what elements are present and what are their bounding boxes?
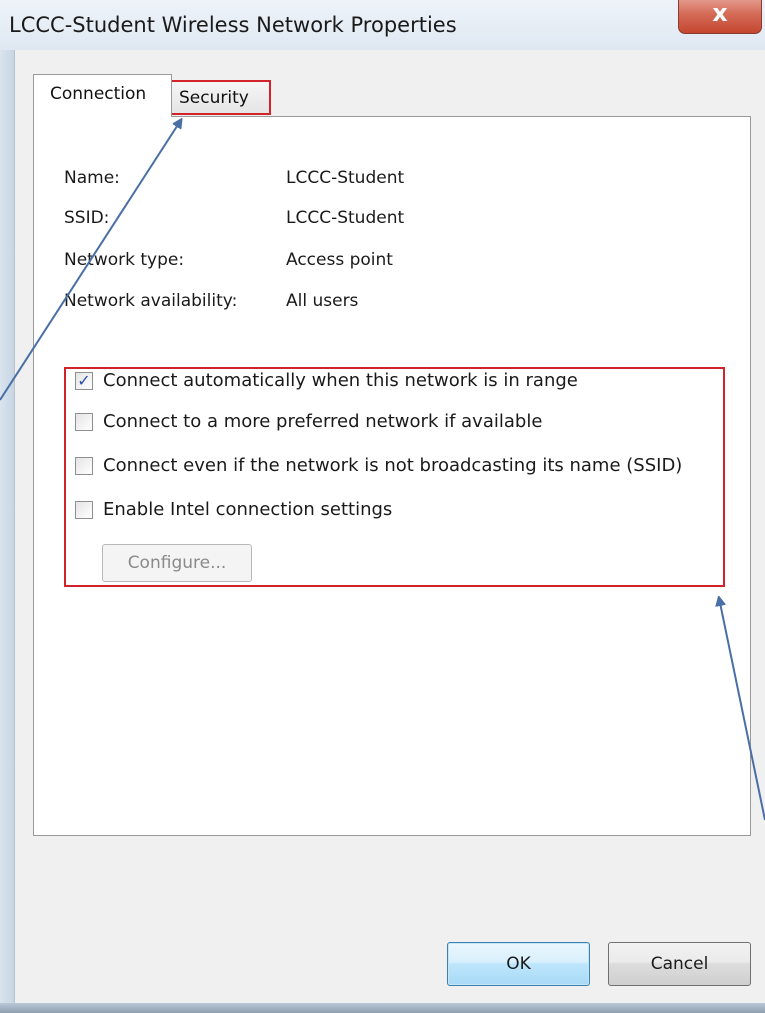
network-type-label: Network type: xyxy=(64,250,185,270)
auto-connect-label: Connect automatically when this network … xyxy=(103,370,578,391)
ssid-label: SSID: xyxy=(64,208,110,228)
window-title: LCCC-Student Wireless Network Properties xyxy=(9,13,457,37)
name-label: Name: xyxy=(64,168,120,188)
ok-button[interactable]: OK xyxy=(447,942,590,986)
dialog-window: LCCC-Student Wireless Network Properties… xyxy=(0,0,765,1013)
network-type-value: Access point xyxy=(286,250,393,270)
configure-button: Configure... xyxy=(102,544,252,582)
tab-connection-label: Connection xyxy=(50,84,147,104)
intel-settings-checkbox[interactable] xyxy=(75,501,93,519)
network-availability-label: Network availability: xyxy=(64,291,238,311)
auto-connect-checkbox[interactable]: ✓ xyxy=(75,372,93,390)
close-button[interactable]: x xyxy=(678,0,762,34)
tab-connection[interactable]: Connection xyxy=(33,74,172,117)
tab-security-label: Security xyxy=(179,88,249,108)
preferred-network-checkbox[interactable] xyxy=(75,413,93,431)
intel-settings-label: Enable Intel connection settings xyxy=(103,499,393,520)
name-value: LCCC-Student xyxy=(286,168,405,188)
title-bar: LCCC-Student Wireless Network Properties… xyxy=(0,0,765,50)
preferred-network-label: Connect to a more preferred network if a… xyxy=(103,411,543,432)
network-availability-value: All users xyxy=(286,291,359,311)
window-frame-bottom xyxy=(0,1003,765,1013)
cancel-button[interactable]: Cancel xyxy=(608,942,751,986)
hidden-ssid-label: Connect even if the network is not broad… xyxy=(103,455,683,476)
ssid-value: LCCC-Student xyxy=(286,208,405,228)
tab-security[interactable]: Security xyxy=(170,80,271,115)
close-icon: x xyxy=(712,0,728,27)
hidden-ssid-checkbox[interactable] xyxy=(75,457,93,475)
window-frame-left xyxy=(0,50,14,1013)
